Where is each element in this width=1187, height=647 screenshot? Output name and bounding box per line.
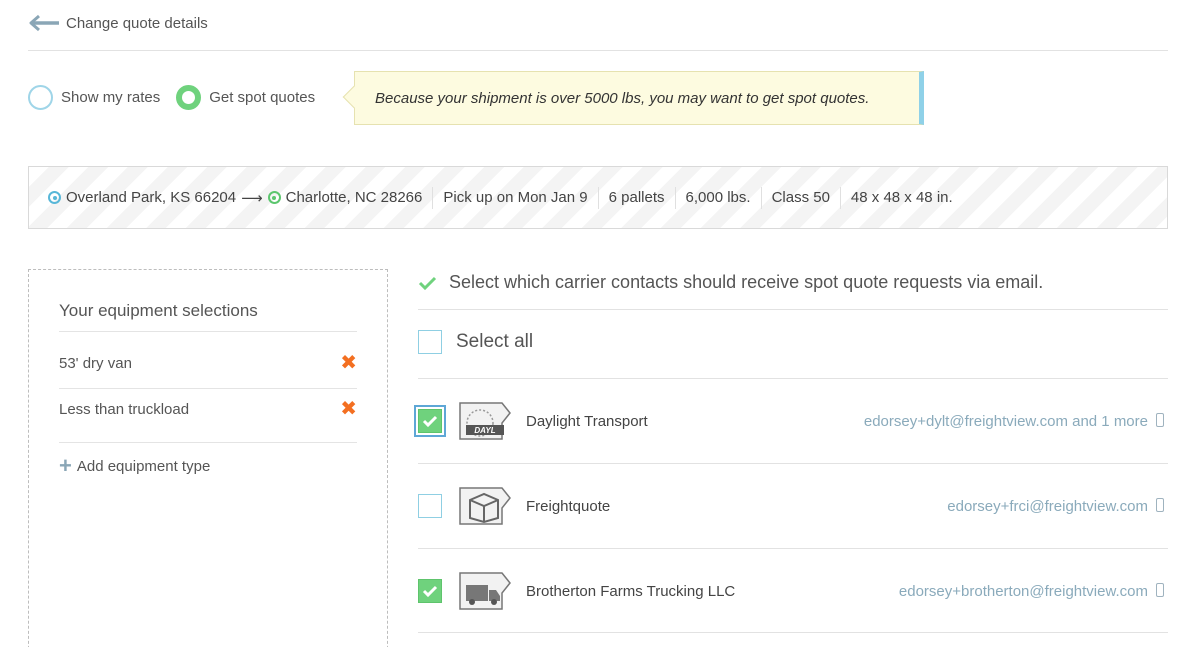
equipment-item: Less than truckload ✖ <box>59 399 357 419</box>
equipment-panel: Your equipment selections 53' dry van ✖ … <box>28 269 388 647</box>
add-equipment-label: Add equipment type <box>76 457 211 475</box>
pallet-count: 6 pallets <box>608 189 665 206</box>
equipment-item-label: 53' dry van <box>59 354 132 372</box>
carrier-instruction: Select which carrier contacts should rec… <box>418 272 1043 293</box>
truck-logo-icon <box>458 571 512 611</box>
select-all-checkbox[interactable] <box>418 330 442 354</box>
divider <box>59 331 357 332</box>
summary-separator <box>760 186 762 209</box>
checkmark-icon <box>418 276 437 290</box>
daylight-logo-icon: DAYL <box>458 401 512 441</box>
shipment-summary-bar: Overland Park, KS 66204 ⟶ Charlotte, NC … <box>28 166 1168 229</box>
add-equipment-type-button[interactable]: + Add equipment type <box>59 455 210 477</box>
divider <box>418 378 1168 379</box>
destination-location: Charlotte, NC 28266 <box>285 189 423 206</box>
equipment-item: 53' dry van ✖ <box>59 353 357 373</box>
divider <box>418 632 1168 633</box>
divider <box>418 309 1168 310</box>
radio-circle-selected <box>176 85 202 110</box>
divider <box>28 50 1168 51</box>
spot-quote-tip: Because your shipment is over 5000 lbs, … <box>342 71 924 125</box>
rate-mode-group: Show my rates Get spot quotes <box>28 85 331 110</box>
carrier-row: Brotherton Farms Trucking LLC edorsey+br… <box>418 569 1168 613</box>
route: Overland Park, KS 66204 ⟶ Charlotte, NC … <box>48 189 422 207</box>
divider <box>59 442 357 443</box>
carrier-contact-email[interactable]: edorsey+brotherton@freightview.com <box>899 583 1148 600</box>
back-link-label: Change quote details <box>66 14 208 32</box>
remove-equipment-icon[interactable]: ✖ <box>340 353 357 373</box>
show-my-rates-radio[interactable]: Show my rates <box>28 85 160 110</box>
summary-separator <box>839 186 841 209</box>
carrier-row: Freightquote edorsey+frci@freightview.co… <box>418 484 1168 528</box>
carrier-contact-email[interactable]: edorsey+frci@freightview.com <box>947 498 1148 515</box>
check-icon <box>422 415 438 428</box>
remove-equipment-icon[interactable]: ✖ <box>340 399 357 419</box>
carrier-row: DAYL Daylight Transport edorsey+dylt@fre… <box>418 399 1168 443</box>
tip-caret <box>342 85 366 109</box>
equipment-item-label: Less than truckload <box>59 400 190 418</box>
instruction-text: Select which carrier contacts should rec… <box>449 272 1044 292</box>
equipment-panel-title: Your equipment selections <box>59 301 258 320</box>
carrier-name[interactable]: Freightquote <box>526 498 610 515</box>
carrier-checkbox[interactable] <box>418 409 442 433</box>
contact-edit-icon[interactable] <box>1156 583 1164 597</box>
select-all-row[interactable]: Select all <box>418 330 533 354</box>
contact-edit-icon[interactable] <box>1156 498 1164 512</box>
summary-separator <box>674 186 676 209</box>
freight-class: Class 50 <box>771 189 830 206</box>
divider <box>418 463 1168 464</box>
carrier-checkbox[interactable] <box>418 494 442 518</box>
svg-text:DAYL: DAYL <box>474 426 495 435</box>
box-logo-icon <box>458 486 512 526</box>
pickup-date: Pick up on Mon Jan 9 <box>443 189 588 206</box>
carrier-name[interactable]: Daylight Transport <box>526 413 648 430</box>
carrier-checkbox[interactable] <box>418 579 442 603</box>
destination-pin-icon <box>267 191 281 204</box>
select-all-label: Select all <box>456 331 534 352</box>
origin-location: Overland Park, KS 66204 <box>66 189 237 206</box>
plus-icon: + <box>59 453 72 478</box>
shipment-weight: 6,000 lbs. <box>685 189 751 206</box>
origin-pin-icon <box>48 191 61 204</box>
radio-circle-unselected <box>28 85 53 110</box>
summary-separator <box>432 186 434 209</box>
carrier-name[interactable]: Brotherton Farms Trucking LLC <box>526 583 735 600</box>
radio-label: Get spot quotes <box>209 89 316 106</box>
change-quote-details-link[interactable]: Change quote details <box>28 12 208 34</box>
summary-separator <box>597 186 599 209</box>
divider <box>418 548 1168 549</box>
contact-edit-icon[interactable] <box>1156 413 1164 427</box>
tip-text: Because your shipment is over 5000 lbs, … <box>375 89 870 107</box>
carrier-contact-email[interactable]: edorsey+dylt@freightview.com and 1 more <box>864 413 1148 430</box>
check-icon <box>422 585 438 598</box>
arrow-left-icon <box>29 14 59 32</box>
route-arrow-icon: ⟶ <box>241 189 263 207</box>
divider <box>59 388 357 389</box>
dimensions: 48 x 48 x 48 in. <box>850 189 953 206</box>
radio-label: Show my rates <box>61 89 161 106</box>
get-spot-quotes-radio[interactable]: Get spot quotes <box>176 85 315 110</box>
